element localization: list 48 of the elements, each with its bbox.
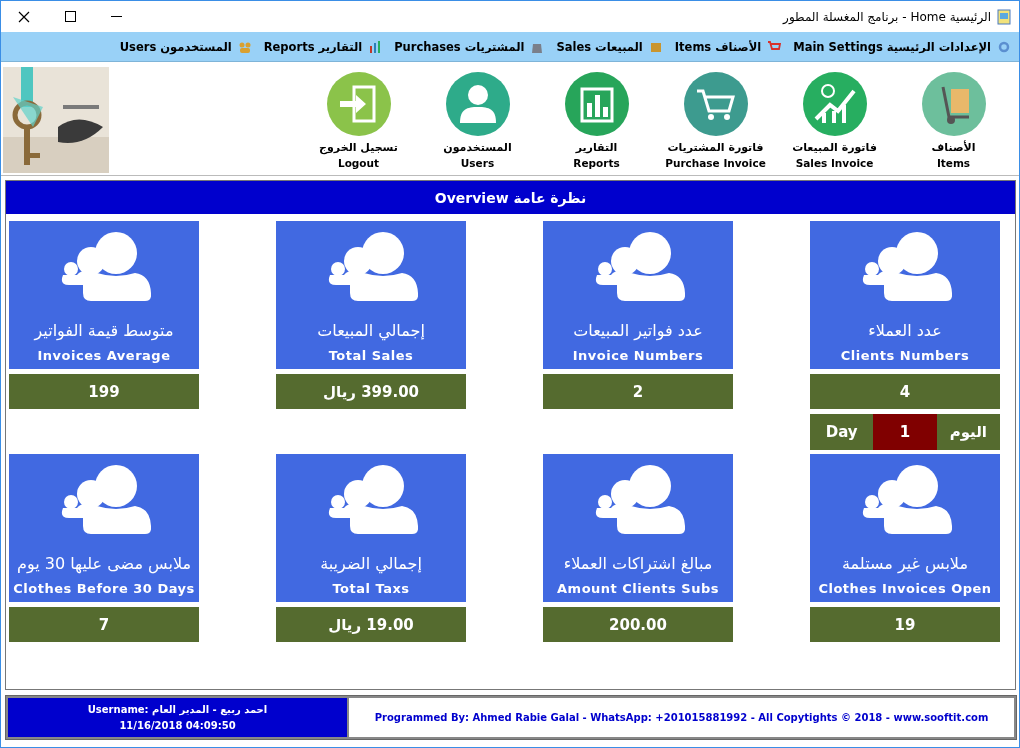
chart-icon — [368, 39, 383, 54]
username-text: Username: احمد ربيع - المدير العام — [87, 704, 268, 715]
stat-value: 19 — [810, 607, 1000, 642]
stat-value: 199 — [9, 374, 199, 409]
stat-value: 4 — [810, 374, 1000, 409]
stat-title-arabic: متوسط قيمة الفواتير — [34, 321, 174, 340]
credits-text: Programmed By: Ahmed Rabie Galal - WhatsApp: +201015881992 - All Copytights © 2018 - www.sooftit.com — [374, 712, 989, 723]
stat-title-arabic: عدد العملاء — [868, 321, 942, 340]
close-icon — [18, 10, 30, 23]
stat-title-arabic: مبالغ اشتراكات العملاء — [563, 554, 713, 573]
day-value: 1 — [873, 414, 937, 450]
sales-chart-icon — [801, 71, 868, 137]
stat-title-arabic: إجمالي الضريبة — [320, 554, 422, 573]
menu-item[interactable]: المبيعات Sales — [556, 39, 663, 54]
stat-title-arabic: ملابس غير مستلمة — [842, 554, 968, 573]
menu-item[interactable]: المستخدمون Users — [119, 39, 252, 54]
stat-title-english: Clothes Before 30 Days — [13, 581, 195, 596]
day-label-english: Day — [810, 414, 874, 450]
stat-value: 7 — [9, 607, 199, 642]
maximize-icon — [64, 11, 76, 22]
stat-title-english: Amount Clients Subs — [557, 581, 719, 596]
cart-icon — [682, 71, 749, 137]
stat-value: 2 — [543, 374, 733, 409]
stat-title-arabic: إجمالي المبيعات — [317, 321, 425, 340]
user-icon — [444, 71, 511, 137]
logout-icon — [325, 71, 392, 137]
app-icon — [997, 8, 1011, 25]
stat-value: 399.00 ريال — [276, 374, 466, 409]
bar-chart-icon — [563, 71, 630, 137]
stat-title-english: Invoice Numbers — [572, 348, 704, 363]
stat-title-english: Clients Numbers — [840, 348, 970, 363]
stat-title-english: Invoices Average — [37, 348, 171, 363]
stat-title-english: Total Sales — [328, 348, 414, 363]
stat-value: 19.00 ريال — [276, 607, 466, 642]
hand-truck-icon — [920, 71, 987, 137]
menu-item[interactable]: التقارير Reports — [263, 39, 383, 54]
menu-item[interactable]: الأصناف Items — [674, 39, 782, 54]
stat-title-arabic: ملابس مضى عليها 30 يوم — [17, 554, 191, 573]
menu-item[interactable]: المشتريات Purchases — [394, 39, 545, 54]
stat-title-arabic: عدد فواتير المبيعات — [573, 321, 703, 340]
window-title: الرئيسية Home - برنامج المغسلة المطور — [783, 9, 991, 24]
menu-item[interactable]: الإعدادات الرئيسية Main Settings — [793, 39, 1011, 54]
stat-value: 200.00 — [543, 607, 733, 642]
day-label-arabic: اليوم — [936, 414, 1000, 450]
datetime-text: 11/16/2018 04:09:50 — [119, 720, 236, 731]
stat-title-english: Total Taxs — [332, 581, 410, 596]
stat-title-english: Clothes Invoices Open — [818, 581, 992, 596]
overview-header: نظرة عامة Overview — [6, 181, 1015, 214]
